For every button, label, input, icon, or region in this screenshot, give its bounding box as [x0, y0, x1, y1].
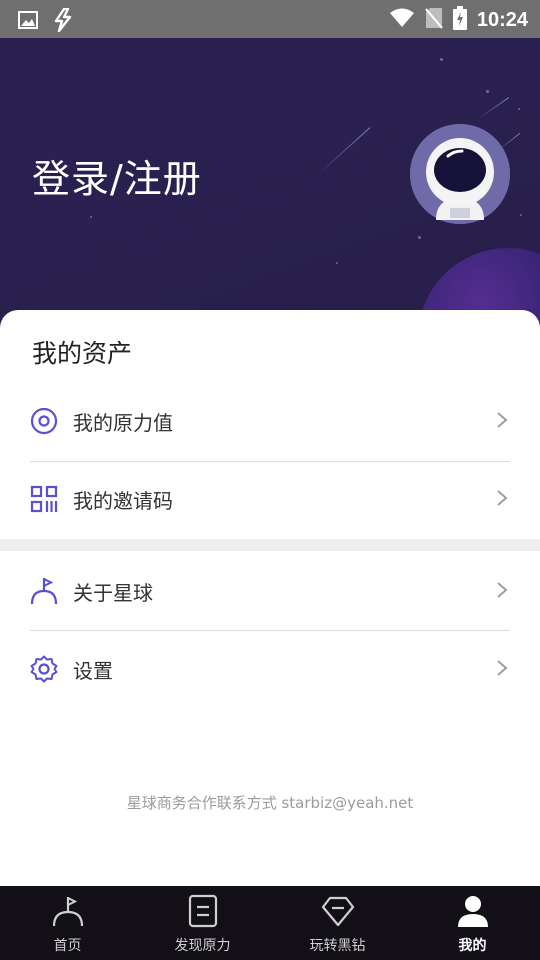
chevron-right-icon [496, 489, 508, 507]
gear-icon [30, 655, 58, 683]
home-flag-icon [51, 894, 85, 928]
nav-item-mine[interactable]: 我的 [405, 886, 540, 960]
status-bar: 10:24 [0, 0, 540, 38]
sim-off-icon [425, 7, 443, 33]
document-icon [186, 894, 220, 928]
menu-item-label: 我的原力值 [73, 411, 173, 435]
nav-item-home[interactable]: 首页 [0, 886, 135, 960]
qr-code-icon [30, 485, 58, 513]
status-time: 10:24 [476, 8, 528, 31]
force-value-icon [30, 407, 58, 435]
nav-item-discover[interactable]: 发现原力 [135, 886, 270, 960]
menu-item-label: 我的邀请码 [73, 489, 173, 513]
business-contact-text: 星球商务合作联系方式 starbiz@yeah.net [126, 794, 414, 812]
meteor-decoration [317, 127, 371, 175]
chevron-right-icon [496, 659, 508, 677]
nav-label: 玩转黑钻 [309, 938, 366, 954]
menu-item-settings[interactable]: 设置 [0, 630, 540, 708]
menu-item-label: 关于星球 [73, 581, 153, 605]
battery-charging-icon [452, 6, 467, 34]
wifi-icon [389, 8, 415, 32]
login-register-link[interactable]: 登录/注册 [32, 148, 202, 203]
star-decoration [418, 236, 421, 239]
section-title-assets: 我的资产 [32, 339, 133, 368]
star-decoration [520, 214, 522, 216]
chevron-right-icon [496, 411, 508, 429]
nav-label: 首页 [53, 938, 82, 954]
flag-person-icon [30, 577, 58, 605]
menu-item-about-planet[interactable]: 关于星球 [0, 552, 540, 630]
menu-item-invite-code[interactable]: 我的邀请码 [0, 460, 540, 538]
astronaut-avatar-icon[interactable] [410, 124, 510, 224]
nav-label: 发现原力 [174, 938, 231, 954]
profile-icon [456, 894, 490, 928]
nav-label: 我的 [458, 938, 487, 954]
star-decoration [486, 90, 489, 93]
meteor-decoration [475, 97, 510, 121]
image-icon [18, 10, 38, 34]
star-decoration [440, 58, 443, 61]
star-decoration [90, 216, 92, 218]
star-decoration [336, 262, 338, 264]
star-decoration [518, 108, 520, 110]
section-separator [0, 539, 540, 551]
menu-item-label: 设置 [73, 659, 113, 683]
bolt-icon [54, 7, 72, 36]
diamond-icon [321, 894, 355, 928]
bottom-navigation: 首页 发现原力 玩转黑钻 我的 [0, 886, 540, 960]
assets-card: 我的资产 我的原力值 我的邀请码 关于星球 设置 星球商务合作联系方式 star… [0, 310, 540, 886]
profile-header: 登录/注册 [0, 38, 540, 338]
menu-item-force-value[interactable]: 我的原力值 [0, 382, 540, 460]
chevron-right-icon [496, 581, 508, 599]
nav-item-black-diamond[interactable]: 玩转黑钻 [270, 886, 405, 960]
